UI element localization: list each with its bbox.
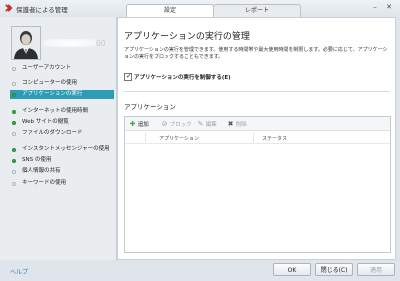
sidebar-item-label: ファイルのダウンロード — [22, 130, 83, 136]
window-title: 保護者による管理 — [16, 6, 68, 14]
checkmark-icon: ✓ — [126, 72, 132, 80]
parental-control-window: 保護者による管理 設定 レポート – ✕ 00 ユーザーアカウント コンピュータ… — [0, 0, 400, 281]
status-dot-icon — [12, 92, 16, 97]
status-dot-icon — [12, 120, 16, 125]
close-button-label: 閉じる(C) — [320, 267, 348, 274]
sidebar-item-label: ユーザーアカウント — [22, 65, 72, 71]
sidebar-item-label: SNS の使用 — [22, 157, 52, 163]
sidebar-item-label: コンピューターの使用 — [22, 80, 78, 86]
status-dot-icon — [12, 109, 16, 114]
edit-button[interactable]: ✎ 編集 — [197, 120, 217, 128]
tab-reports[interactable]: レポート — [213, 4, 301, 17]
sidebar-item-label: Web サイトの閲覧 — [22, 119, 69, 125]
sidebar-item-internet-time[interactable]: インターネットの使用時間 — [10, 107, 114, 116]
section-title: アプリケーション — [124, 103, 176, 111]
status-dot-icon — [12, 81, 16, 86]
sidebar-item-label: キーワードの使用 — [22, 180, 67, 186]
user-photo-icon — [12, 27, 40, 59]
edit-button-label: 編集 — [205, 122, 217, 128]
ok-button[interactable]: OK — [273, 263, 311, 276]
checkbox-box[interactable]: ✓ — [124, 72, 132, 81]
header-divider — [125, 143, 390, 144]
plus-icon: ✚ — [129, 120, 136, 128]
delete-button-label: 削除 — [235, 122, 247, 128]
block-button-label: ブロック — [169, 122, 192, 128]
status-dot-icon — [12, 147, 16, 152]
main-panel: アプリケーションの実行の管理 アプリケーションの実行を管理できます。使用する時間… — [117, 17, 396, 260]
sidebar-item-label: インターネットの使用時間 — [22, 108, 89, 114]
apply-button-label: 適用 — [369, 267, 382, 274]
avatar — [11, 26, 41, 60]
table-toolbar: ✚ 追加 ⊘ ブロック ✎ 編集 ✖ 削除 — [125, 117, 390, 131]
sidebar: 00 ユーザーアカウント コンピューターの使用 アプリケーションの実行 インター… — [0, 17, 117, 260]
block-icon: ⊘ — [161, 120, 168, 128]
column-separator — [145, 133, 146, 142]
sidebar-item-label: アプリケーションの実行 — [22, 91, 83, 97]
column-header-status[interactable]: ステータス — [262, 135, 287, 142]
tab-settings[interactable]: 設定 — [126, 4, 214, 17]
app-logo-icon — [5, 4, 13, 12]
sidebar-item-instant-messenger[interactable]: インスタントメッセンジャーの使用 — [10, 145, 114, 154]
close-button[interactable]: 閉じる(C) — [315, 263, 353, 276]
delete-button[interactable]: ✖ 削除 — [227, 120, 247, 128]
help-link[interactable]: ヘルプ — [10, 267, 28, 276]
footer: ヘルプ OK 閉じる(C) 適用 — [0, 260, 400, 281]
sidebar-item-computer-use[interactable]: コンピューターの使用 — [10, 79, 114, 88]
add-button[interactable]: ✚ 追加 — [129, 120, 149, 128]
status-dot-icon — [12, 158, 16, 163]
column-separator — [253, 133, 254, 142]
applications-table: ✚ 追加 ⊘ ブロック ✎ 編集 ✖ 削除 アプリケーション ステータス — [124, 116, 391, 253]
block-button[interactable]: ⊘ ブロック — [161, 120, 192, 128]
sidebar-item-web-browsing[interactable]: Web サイトの閲覧 — [10, 118, 114, 127]
apply-button[interactable]: 適用 — [357, 263, 395, 276]
sidebar-item-sns[interactable]: SNS の使用 — [10, 156, 114, 165]
delete-icon: ✖ — [227, 120, 234, 128]
page-description: アプリケーションの実行を管理できます。使用する時間帯や最大使用時間を制限します。… — [124, 47, 388, 60]
status-dot-icon — [12, 66, 16, 71]
pencil-icon: ✎ — [197, 120, 204, 128]
column-header-application[interactable]: アプリケーション — [159, 135, 199, 142]
ok-button-label: OK — [287, 267, 297, 274]
tab-settings-label: 設定 — [163, 7, 176, 14]
sidebar-item-label: 個人情報の共有 — [22, 168, 61, 174]
sidebar-item-app-execution[interactable]: アプリケーションの実行 — [10, 90, 114, 99]
sidebar-item-label: インスタントメッセンジャーの使用 — [22, 146, 110, 152]
sidebar-item-keywords[interactable]: キーワードの使用 — [10, 179, 114, 188]
user-name: 00 — [44, 38, 108, 49]
divider — [124, 91, 390, 92]
close-icon[interactable]: ✕ — [384, 3, 394, 12]
sidebar-item-user-account[interactable]: ユーザーアカウント — [10, 64, 114, 73]
user-name-text: 00 — [96, 39, 106, 48]
page-title: アプリケーションの実行の管理 — [124, 32, 250, 42]
status-dot-icon — [12, 131, 16, 136]
add-button-label: 追加 — [137, 122, 149, 128]
blurred-name — [44, 39, 96, 47]
sidebar-item-file-download[interactable]: ファイルのダウンロード — [10, 129, 114, 138]
tab-reports-label: レポート — [244, 7, 269, 14]
sidebar-item-personal-info[interactable]: 個人情報の共有 — [10, 167, 114, 176]
status-dot-icon — [12, 169, 16, 174]
checkbox-label[interactable]: アプリケーションの実行を制御する(E) — [134, 73, 231, 81]
title-bar: 保護者による管理 設定 レポート – ✕ — [0, 0, 400, 17]
minimize-icon[interactable]: – — [370, 3, 380, 12]
status-dot-icon — [12, 181, 16, 186]
